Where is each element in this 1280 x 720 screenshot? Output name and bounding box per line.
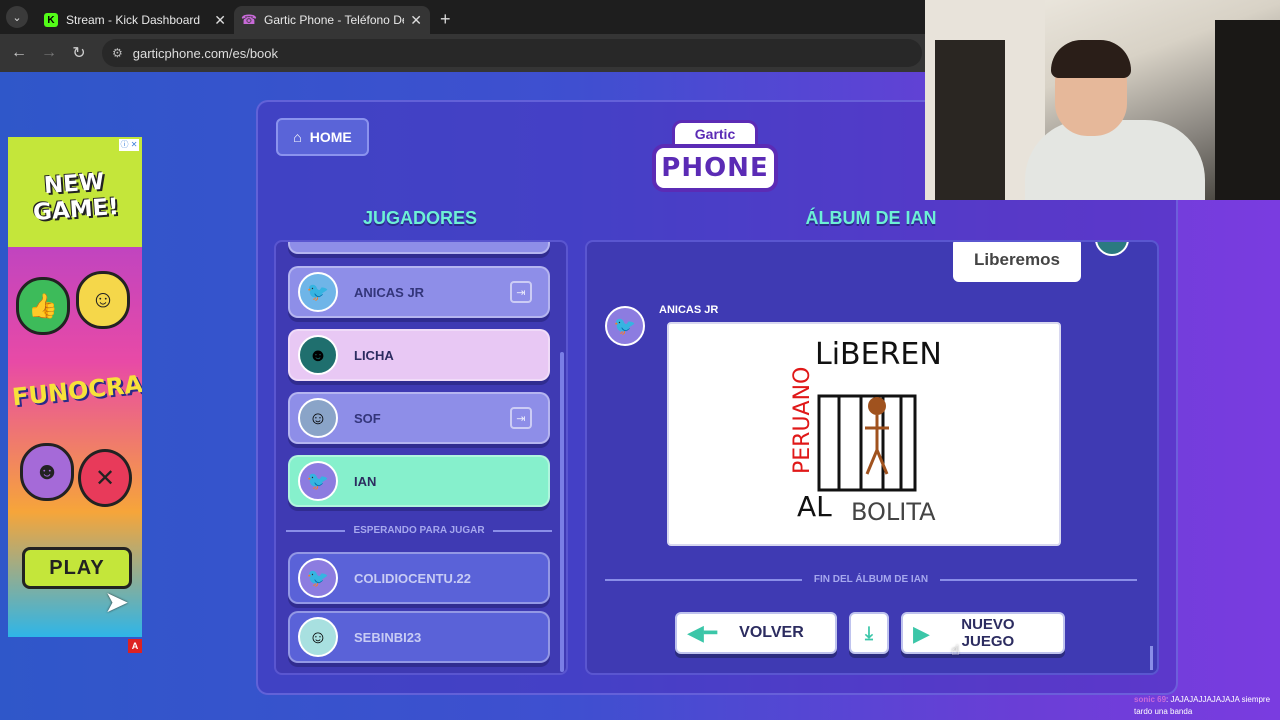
new-game-button[interactable]: ▶ NUEVO JUEGO: [901, 612, 1065, 654]
kick-icon: K: [44, 13, 58, 27]
drawing-canvas: LiBEREN PERUANO AL BOLITA: [667, 322, 1061, 546]
author-avatar: 🐦: [605, 306, 645, 346]
ad-brand: FUNOCRACY: [10, 366, 142, 412]
ad-banner[interactable]: ⓘ ✕ NEW GAME! 👍 ☺ FUNOCRACY ☻ ✕ PLAY ➤: [8, 137, 142, 637]
ad-headline: NEW GAME!: [32, 168, 120, 226]
smiling-character-icon: ☺: [76, 271, 130, 329]
player-row-licha: ☻ LICHA: [288, 329, 550, 381]
thumbs-up-character-icon: 👍: [16, 277, 70, 335]
url-field[interactable]: ⚙ garticphone.com/es/book: [102, 39, 922, 67]
player-row: [288, 242, 550, 254]
browser-tab-bar: ⌄ K Stream - Kick Dashboard ✕ ☎ Gartic P…: [0, 0, 925, 34]
player-row-ian: 🐦 IAN: [288, 455, 550, 507]
author-name: ANICAS JR: [659, 304, 719, 316]
tab-search-button[interactable]: ⌄: [6, 6, 28, 28]
bearded-character-icon: ☻: [20, 443, 74, 501]
webcam-overlay: [925, 0, 1280, 200]
ad-play-button[interactable]: PLAY: [22, 547, 132, 589]
home-label: HOME: [309, 129, 352, 145]
svg-text:BOLITA: BOLITA: [851, 498, 936, 526]
avatar: ☺: [298, 617, 338, 657]
download-button[interactable]: ⤓: [849, 612, 889, 654]
home-icon: ⌂: [293, 129, 302, 145]
forward-arrow-icon[interactable]: →: [34, 44, 64, 62]
back-button[interactable]: ◀━ VOLVER: [675, 612, 837, 654]
player-row-anicas: 🐦 ANICAS JR ⇥: [288, 266, 550, 318]
kick-player-icon[interactable]: ⇥: [510, 281, 532, 303]
player-row-sof: ☺ SOF ⇥: [288, 392, 550, 444]
reload-icon[interactable]: ↻: [64, 43, 94, 63]
album-title: ÁLBUM DE IAN: [805, 208, 937, 228]
download-icon: ⤓: [865, 622, 873, 643]
avatar: [1095, 242, 1129, 256]
svg-text:AL: AL: [797, 490, 832, 523]
waiting-player-row: 🐦 COLIDIOCENTU.22: [288, 552, 550, 604]
album-scrollbar[interactable]: [1150, 646, 1153, 670]
angry-character-icon: ✕: [78, 449, 132, 507]
svg-text:PERUANO: PERUANO: [790, 367, 815, 474]
home-button[interactable]: ⌂ HOME: [276, 118, 369, 156]
back-arrow-icon[interactable]: ←: [4, 44, 34, 62]
avatar: 🐦: [298, 461, 338, 501]
url-text: garticphone.com/es/book: [132, 45, 279, 61]
tab-title: Gartic Phone - Teléfono Descon: [264, 13, 404, 27]
waiting-divider: ESPERANDO PARA JUGAR: [286, 525, 553, 536]
players-panel[interactable]: 🐦 ANICAS JR ⇥ ☻ LICHA ☺ SOF ⇥ 🐦 IAN ESPE…: [274, 240, 568, 675]
avatar: 🐦: [298, 558, 338, 598]
avatar: 🐦: [298, 272, 338, 312]
album-panel[interactable]: Liberemos 🐦 ANICAS JR LiBEREN PERUANO AL…: [585, 240, 1159, 675]
ad-badge[interactable]: A: [128, 639, 142, 653]
hand-cursor-icon: ☝: [951, 642, 960, 658]
drawing-image: LiBEREN PERUANO AL BOLITA: [790, 337, 942, 526]
close-tab-icon[interactable]: ✕: [410, 12, 422, 29]
tab-gartic-phone[interactable]: ☎ Gartic Phone - Teléfono Descon ✕: [234, 6, 430, 34]
address-bar-row: ← → ↻ ⚙ garticphone.com/es/book: [0, 34, 925, 72]
players-title: JUGADORES: [362, 208, 478, 228]
new-tab-button[interactable]: +: [440, 9, 451, 30]
waiting-player-row: ☺ SEBINBI23: [288, 611, 550, 663]
players-scrollbar[interactable]: [560, 352, 564, 672]
avatar: ☺: [298, 398, 338, 438]
tab-kick-dashboard[interactable]: K Stream - Kick Dashboard ✕: [36, 6, 234, 34]
kick-player-icon[interactable]: ⇥: [510, 407, 532, 429]
ad-info-icon[interactable]: ⓘ ✕: [119, 139, 139, 151]
gartic-phone-logo: Gartic PHONE: [652, 120, 778, 196]
play-icon: ▶: [913, 620, 930, 646]
close-tab-icon[interactable]: ✕: [214, 12, 226, 29]
tab-title: Stream - Kick Dashboard: [66, 13, 201, 27]
guess-bubble: Liberemos: [953, 242, 1081, 282]
cursor-arrow-icon: ➤: [104, 586, 130, 619]
svg-text:LiBEREN: LiBEREN: [815, 337, 942, 372]
album-end-divider: FIN DEL ÁLBUM DE IAN: [605, 574, 1138, 585]
phone-icon: ☎: [240, 12, 258, 27]
site-settings-icon[interactable]: ⚙: [112, 46, 123, 60]
chat-message: sonic 69: JAJAJAJJAJAJAJA siempre tardo …: [1134, 694, 1280, 718]
chat-user: sonic 69: [1134, 695, 1167, 704]
arrow-left-icon: ◀━: [687, 620, 718, 645]
avatar: ☻: [298, 335, 338, 375]
